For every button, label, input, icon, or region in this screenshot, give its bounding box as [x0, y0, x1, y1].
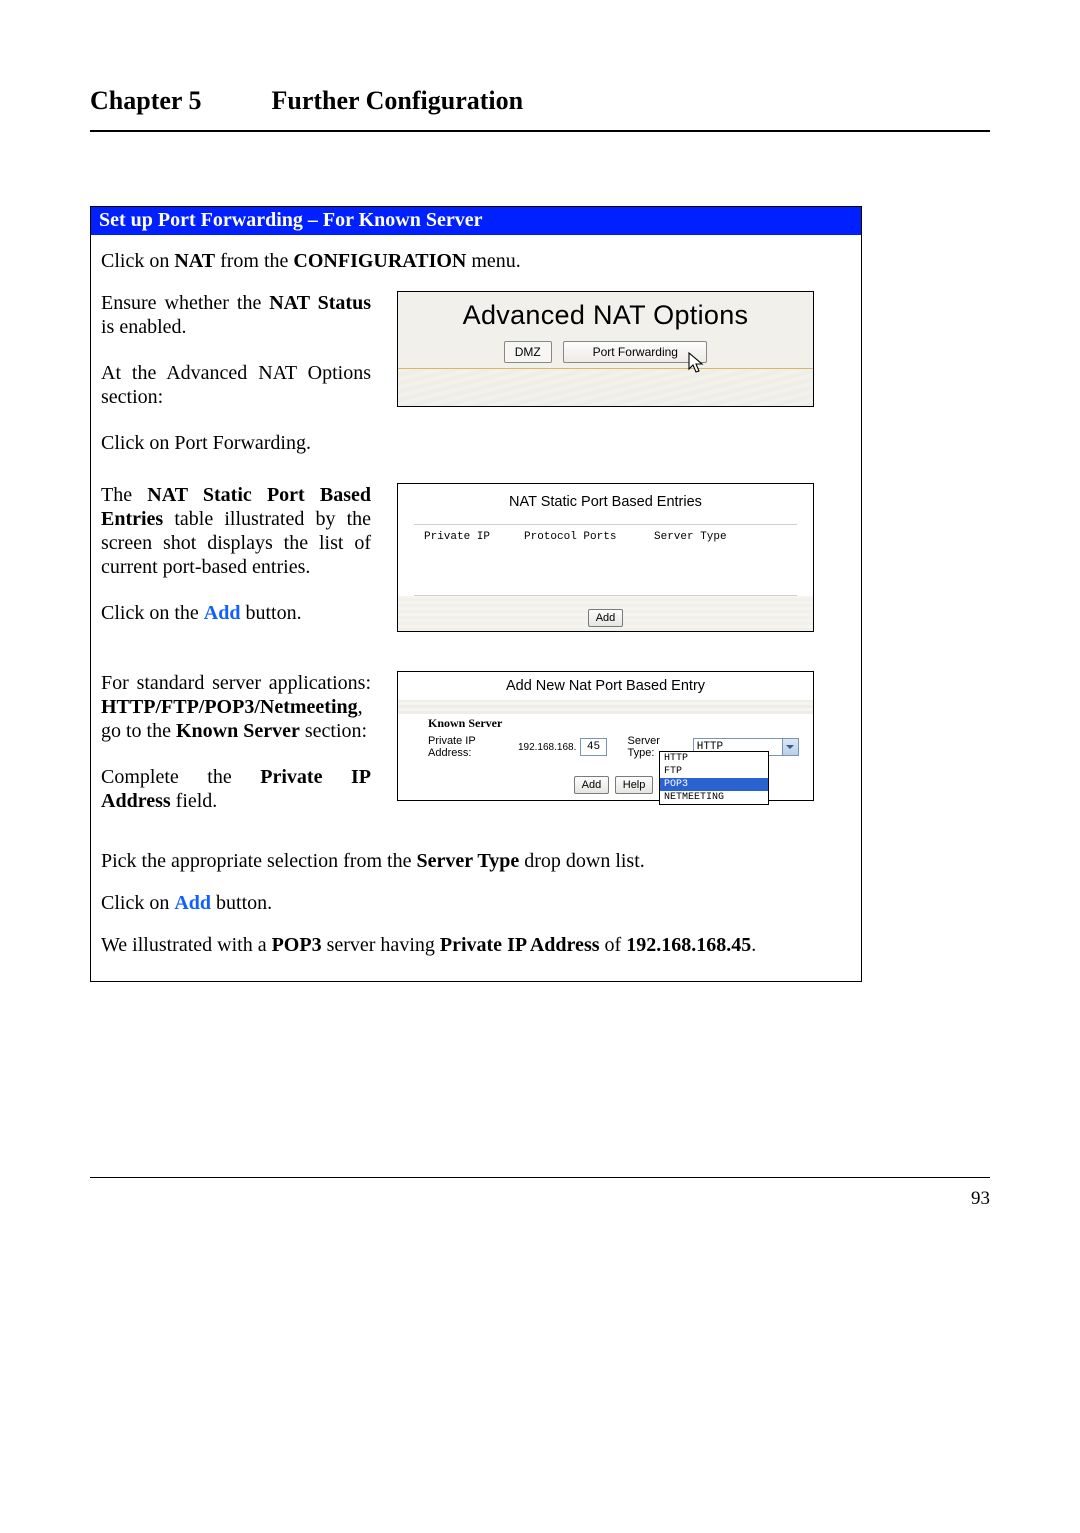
dropdown-option-netmeeting[interactable]: NETMEETING — [660, 791, 768, 804]
dropdown-option-pop3[interactable]: POP3 — [660, 778, 768, 791]
screenshot-advanced-nat-options: Advanced NAT Options DMZ Port Forwarding — [397, 291, 814, 407]
col-protocol-ports: Protocol Ports — [524, 531, 654, 543]
footer-rule — [90, 1177, 990, 1178]
add-link-1: Add — [204, 602, 241, 624]
instruction-panel: Set up Port Forwarding – For Known Serve… — [90, 206, 862, 982]
form-help-button[interactable]: Help — [615, 776, 654, 794]
stdapp-para: For standard server applications: HTTP/F… — [101, 671, 371, 743]
entries-add-button[interactable]: Add — [588, 609, 624, 627]
running-header: Chapter 5 Further Configuration — [90, 86, 990, 116]
dropdown-option-http[interactable]: HTTP — [660, 752, 768, 765]
col-private-ip: Private IP — [424, 531, 524, 543]
page-number: 93 — [90, 1188, 990, 1210]
entries-table: Private IP Protocol Ports Server Type — [414, 524, 797, 596]
panel-title: Set up Port Forwarding – For Known Serve… — [91, 207, 861, 235]
shot1-title: Advanced NAT Options — [398, 300, 813, 331]
ip-last-octet-input[interactable]: 45 — [580, 738, 606, 756]
entries-para: The NAT Static Port Based Entries table … — [101, 483, 371, 579]
screenshot-add-entry: Add New Nat Port Based Entry Known Serve… — [397, 671, 814, 801]
ip-prefix: 192.168.168. — [518, 742, 576, 753]
complete-para: Complete the Private IP Address field. — [101, 765, 371, 813]
chapter-label: Chapter 5 — [90, 86, 265, 116]
illustrated-para: We illustrated with a POP3 server having… — [101, 933, 849, 957]
header-rule — [90, 130, 990, 132]
at-adv-para: At the Advanced NAT Options section: — [101, 361, 371, 409]
ip-label: Private IP Address: — [428, 735, 514, 759]
col-server-type: Server Type — [654, 531, 787, 543]
pick-para: Pick the appropriate selection from the … — [101, 849, 849, 873]
add-link-2: Add — [174, 892, 211, 914]
shot3-title: Add New Nat Port Based Entry — [398, 672, 813, 700]
ensure-para: Ensure whether the NAT Status is enabled… — [101, 291, 371, 339]
known-server-legend: Known Server — [428, 716, 799, 731]
shot2-title: NAT Static Port Based Entries — [398, 484, 813, 524]
server-type-dropdown: HTTP FTP POP3 NETMEETING — [659, 751, 769, 805]
port-forwarding-button[interactable]: Port Forwarding — [563, 341, 707, 363]
click-add2-para: Click on Add button. — [101, 891, 849, 915]
screenshot-nat-entries: NAT Static Port Based Entries Private IP… — [397, 483, 814, 632]
panel-body: Click on NAT from the CONFIGURATION menu… — [91, 235, 861, 981]
chevron-down-icon — [782, 739, 798, 755]
click-add-para: Click on the Add button. — [101, 601, 371, 625]
dmz-button[interactable]: DMZ — [504, 341, 552, 363]
intro-para: Click on NAT from the CONFIGURATION menu… — [101, 249, 849, 273]
dropdown-option-ftp[interactable]: FTP — [660, 765, 768, 778]
form-add-button[interactable]: Add — [574, 776, 610, 794]
click-pf-para: Click on Port Forwarding. — [101, 431, 371, 455]
chapter-title: Further Configuration — [272, 86, 524, 115]
